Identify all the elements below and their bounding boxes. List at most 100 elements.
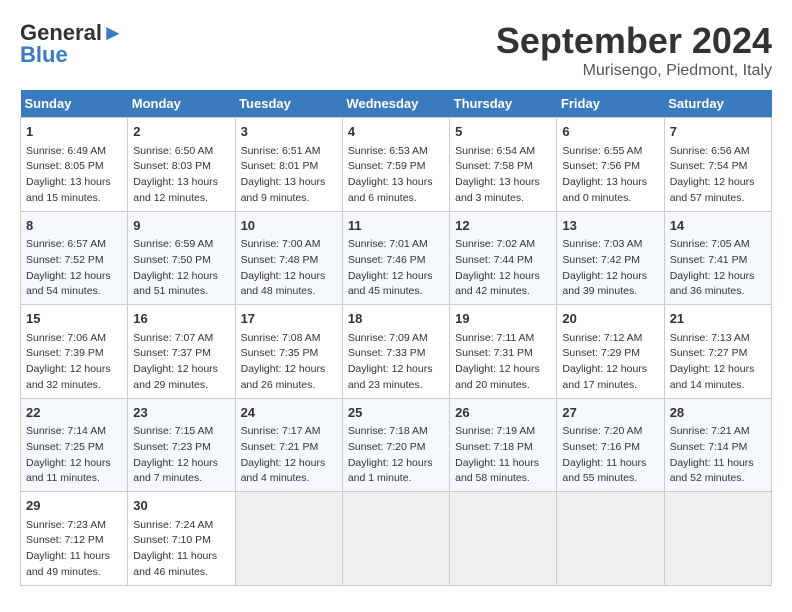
cell-info-line: and 6 minutes. <box>348 191 444 207</box>
calendar-cell <box>557 492 664 586</box>
calendar-cell <box>342 492 449 586</box>
cell-info-line: and 14 minutes. <box>670 378 766 394</box>
day-number: 17 <box>241 309 337 329</box>
cell-info-line: Daylight: 12 hours <box>670 362 766 378</box>
cell-info-line: Sunset: 7:58 PM <box>455 159 551 175</box>
cell-info-line: and 17 minutes. <box>562 378 658 394</box>
cell-info-line: Daylight: 11 hours <box>26 549 122 565</box>
cell-info-line: Daylight: 13 hours <box>348 175 444 191</box>
month-title: September 2024 <box>496 20 772 62</box>
cell-info-line: Daylight: 13 hours <box>26 175 122 191</box>
cell-info-line: Sunrise: 6:55 AM <box>562 144 658 160</box>
day-number: 19 <box>455 309 551 329</box>
cell-info-line: and 11 minutes. <box>26 471 122 487</box>
day-number: 28 <box>670 403 766 423</box>
calendar-cell: 21Sunrise: 7:13 AMSunset: 7:27 PMDayligh… <box>664 305 771 399</box>
cell-info-line: Sunrise: 7:19 AM <box>455 424 551 440</box>
cell-info-line: and 29 minutes. <box>133 378 229 394</box>
cell-info-line: Sunrise: 7:08 AM <box>241 331 337 347</box>
cell-info-line: and 52 minutes. <box>670 471 766 487</box>
calendar-cell: 2Sunrise: 6:50 AMSunset: 8:03 PMDaylight… <box>128 118 235 212</box>
day-number: 15 <box>26 309 122 329</box>
calendar-cell: 1Sunrise: 6:49 AMSunset: 8:05 PMDaylight… <box>21 118 128 212</box>
cell-info-line: Daylight: 12 hours <box>241 456 337 472</box>
cell-info-line: and 20 minutes. <box>455 378 551 394</box>
cell-info-line: Sunset: 7:42 PM <box>562 253 658 269</box>
day-number: 6 <box>562 122 658 142</box>
cell-info-line: Sunrise: 7:20 AM <box>562 424 658 440</box>
cell-info-line: Sunset: 8:03 PM <box>133 159 229 175</box>
cell-info-line: Daylight: 12 hours <box>133 456 229 472</box>
cell-info-line: Sunset: 7:50 PM <box>133 253 229 269</box>
cell-info-line: Daylight: 12 hours <box>241 269 337 285</box>
cell-info-line: Sunset: 7:14 PM <box>670 440 766 456</box>
cell-info-line: and 1 minute. <box>348 471 444 487</box>
cell-info-line: Sunrise: 7:00 AM <box>241 237 337 253</box>
calendar-table: SundayMondayTuesdayWednesdayThursdayFrid… <box>20 90 772 586</box>
cell-info-line: Sunset: 7:46 PM <box>348 253 444 269</box>
cell-info-line: Sunrise: 7:09 AM <box>348 331 444 347</box>
calendar-cell: 11Sunrise: 7:01 AMSunset: 7:46 PMDayligh… <box>342 211 449 305</box>
cell-info-line: Sunrise: 6:59 AM <box>133 237 229 253</box>
calendar-cell: 16Sunrise: 7:07 AMSunset: 7:37 PMDayligh… <box>128 305 235 399</box>
cell-info-line: Daylight: 11 hours <box>133 549 229 565</box>
cell-info-line: Daylight: 12 hours <box>26 362 122 378</box>
cell-info-line: Sunrise: 7:05 AM <box>670 237 766 253</box>
day-number: 27 <box>562 403 658 423</box>
cell-info-line: Daylight: 12 hours <box>455 269 551 285</box>
day-number: 24 <box>241 403 337 423</box>
cell-info-line: and 49 minutes. <box>26 565 122 581</box>
cell-info-line: Daylight: 12 hours <box>133 362 229 378</box>
cell-info-line: Sunrise: 7:01 AM <box>348 237 444 253</box>
calendar-cell: 15Sunrise: 7:06 AMSunset: 7:39 PMDayligh… <box>21 305 128 399</box>
cell-info-line: Sunset: 7:54 PM <box>670 159 766 175</box>
calendar-cell: 26Sunrise: 7:19 AMSunset: 7:18 PMDayligh… <box>450 398 557 492</box>
cell-info-line: Sunrise: 6:51 AM <box>241 144 337 160</box>
cell-info-line: and 0 minutes. <box>562 191 658 207</box>
cell-info-line: and 12 minutes. <box>133 191 229 207</box>
location-title: Murisengo, Piedmont, Italy <box>496 62 772 80</box>
day-number: 4 <box>348 122 444 142</box>
cell-info-line: Sunrise: 7:06 AM <box>26 331 122 347</box>
calendar-cell: 6 Sunrise: 6:55 AMSunset: 7:56 PMDaylight… <box>557 118 664 212</box>
cell-info-line: Sunrise: 7:02 AM <box>455 237 551 253</box>
cell-info-line: Daylight: 12 hours <box>241 362 337 378</box>
cell-info-line: Sunrise: 7:18 AM <box>348 424 444 440</box>
cell-info-line: Sunrise: 7:24 AM <box>133 518 229 534</box>
cell-info-line: Sunset: 7:56 PM <box>562 159 658 175</box>
cell-info-line: Sunrise: 6:56 AM <box>670 144 766 160</box>
cell-info-line: Sunrise: 6:49 AM <box>26 144 122 160</box>
calendar-cell: 13Sunrise: 7:03 AMSunset: 7:42 PMDayligh… <box>557 211 664 305</box>
cell-info-line: Sunset: 7:21 PM <box>241 440 337 456</box>
cell-info-line: Daylight: 12 hours <box>455 362 551 378</box>
cell-info-line: and 15 minutes. <box>26 191 122 207</box>
cell-info-line: and 39 minutes. <box>562 284 658 300</box>
weekday-header-sunday: Sunday <box>21 90 128 118</box>
cell-info-line: Daylight: 12 hours <box>670 269 766 285</box>
calendar-cell: 12Sunrise: 7:02 AMSunset: 7:44 PMDayligh… <box>450 211 557 305</box>
cell-info-line: Daylight: 12 hours <box>26 456 122 472</box>
cell-info-line: Sunset: 7:44 PM <box>455 253 551 269</box>
cell-info-line: Sunset: 7:35 PM <box>241 346 337 362</box>
cell-info-line: Sunset: 8:05 PM <box>26 159 122 175</box>
day-number: 11 <box>348 216 444 236</box>
calendar-cell: 4Sunrise: 6:53 AMSunset: 7:59 PMDaylight… <box>342 118 449 212</box>
calendar-cell: 30Sunrise: 7:24 AMSunset: 7:10 PMDayligh… <box>128 492 235 586</box>
cell-info-line: Sunrise: 7:11 AM <box>455 331 551 347</box>
cell-info-line: Sunrise: 7:03 AM <box>562 237 658 253</box>
cell-info-line: and 45 minutes. <box>348 284 444 300</box>
cell-info-line: Sunrise: 6:54 AM <box>455 144 551 160</box>
calendar-cell: 18Sunrise: 7:09 AMSunset: 7:33 PMDayligh… <box>342 305 449 399</box>
cell-info-line: and 42 minutes. <box>455 284 551 300</box>
cell-info-line: Daylight: 13 hours <box>562 175 658 191</box>
cell-info-line: Sunset: 8:01 PM <box>241 159 337 175</box>
weekday-header-wednesday: Wednesday <box>342 90 449 118</box>
cell-info-line: Daylight: 13 hours <box>455 175 551 191</box>
cell-info-line: Sunrise: 7:21 AM <box>670 424 766 440</box>
cell-info-line: and 46 minutes. <box>133 565 229 581</box>
cell-info-line: Sunset: 7:10 PM <box>133 533 229 549</box>
cell-info-line: and 36 minutes. <box>670 284 766 300</box>
cell-info-line: Daylight: 11 hours <box>455 456 551 472</box>
day-number: 13 <box>562 216 658 236</box>
cell-info-line: Sunrise: 7:13 AM <box>670 331 766 347</box>
